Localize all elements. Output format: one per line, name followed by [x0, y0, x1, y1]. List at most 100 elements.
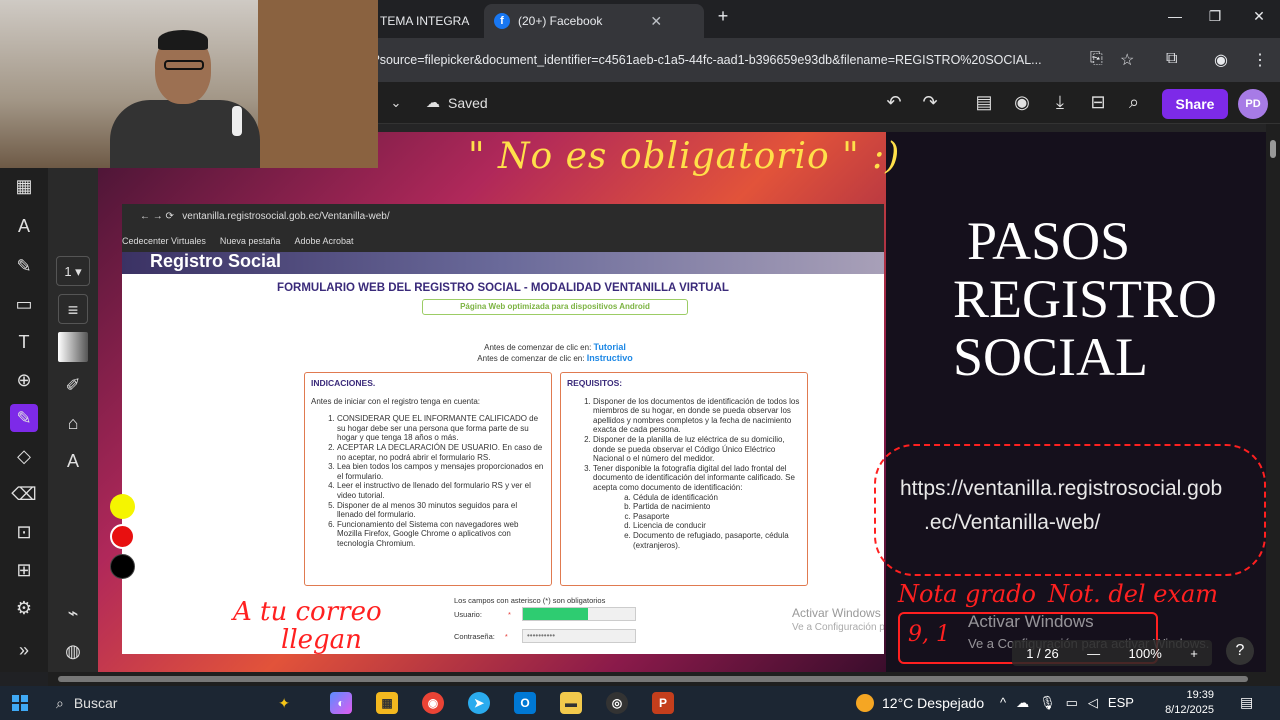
tab-tema-integra[interactable]: TEMA INTEGRA	[370, 4, 480, 38]
extensions-icon[interactable]: ⧉	[1166, 50, 1177, 68]
help-button[interactable]: ?	[1226, 637, 1254, 665]
toolbox-icon[interactable]: ⊟	[1086, 92, 1110, 113]
bookmark-star-icon[interactable]: ☆	[1120, 50, 1134, 70]
speaker-icon[interactable]: ◁	[1088, 695, 1098, 711]
menu-icon[interactable]: ⋮	[1252, 50, 1268, 70]
usuario-redaction	[523, 608, 588, 620]
network-icon[interactable]: ▭	[1066, 695, 1078, 711]
install-app-icon[interactable]: ⎘	[1090, 50, 1103, 68]
stamp-icon[interactable]: ⚙	[10, 594, 38, 622]
eraser-icon[interactable]: ⌫	[10, 480, 38, 508]
powerpoint-app-icon[interactable]: P	[652, 692, 674, 714]
steps-title-line: PASOS	[967, 211, 1131, 271]
draw-options-rail: 1 ▾ ≡ ✐ ⌂ A ⌁ ◍	[48, 168, 135, 672]
banner-text: Registro Social	[150, 252, 282, 271]
vertical-scroll-thumb[interactable]	[1270, 140, 1276, 158]
text-ai-icon[interactable]: A	[10, 212, 38, 240]
webcam-cabinet	[258, 0, 378, 168]
share-button[interactable]: Share	[1162, 89, 1228, 119]
tab-label: (20+) Facebook	[518, 14, 603, 28]
notifications-icon[interactable]: ▤	[1240, 694, 1253, 711]
new-tab-button[interactable]: +	[708, 6, 738, 27]
list-item: Lea bien todos los campos y mensajes pro…	[337, 462, 545, 481]
contrasena-label: Contraseña:	[454, 632, 495, 641]
taskbar-search[interactable]: ⌕ Buscar ✦	[48, 690, 298, 716]
handwritten-note-not-required: " No es obligatorio " :)	[468, 136, 901, 177]
preview-eye-icon[interactable]: ◉	[1010, 92, 1034, 113]
ruler-pen-icon[interactable]: ✐	[58, 370, 88, 400]
slide[interactable]: " No es obligatorio " :) ← → ⟳ ventanill…	[48, 132, 1266, 672]
red-swatch[interactable]	[110, 524, 135, 549]
indicaciones-title: INDICACIONES.	[311, 378, 376, 388]
tab-facebook[interactable]: f (20+) Facebook ✕	[484, 4, 704, 38]
undo-icon[interactable]: ↶	[882, 92, 906, 113]
telegram-app-icon[interactable]: ➤	[468, 692, 490, 714]
store-app-icon[interactable]: ▦	[376, 692, 398, 714]
redo-icon[interactable]: ↷	[918, 92, 942, 113]
search-label: Buscar	[73, 695, 118, 711]
text-style-icon[interactable]: A	[58, 446, 88, 476]
copilot-app-icon[interactable]: ◐	[330, 692, 352, 714]
close-tab-icon[interactable]: ✕	[650, 13, 662, 30]
page-indicator[interactable]: 1 / 26	[1026, 646, 1059, 661]
horizontal-scroll-thumb[interactable]	[58, 676, 1248, 682]
list-item: Pasaporte	[633, 512, 801, 522]
avatar[interactable]: PD	[1238, 89, 1268, 119]
close-window-button[interactable]: ✕	[1244, 8, 1274, 25]
image-edit-icon[interactable]: ▦	[10, 172, 38, 200]
start-button[interactable]	[12, 695, 28, 711]
horizontal-scrollbar[interactable]	[48, 672, 1280, 686]
webcam-overlay	[0, 0, 378, 168]
list-item-text: Tener disponible la fotografía digital d…	[593, 463, 795, 492]
instructivo-line: Antes de comenzar de clic en: Instructiv…	[422, 353, 688, 363]
clock[interactable]: 19:39 8/12/2025	[1164, 688, 1214, 718]
highlighter-icon[interactable]: ✎	[10, 252, 38, 280]
outlook-app-icon[interactable]: O	[514, 692, 536, 714]
chrome-app-icon[interactable]: ◉	[422, 692, 444, 714]
ai-image-icon[interactable]: ⊡	[10, 518, 38, 546]
indicaciones-list: CONSIDERAR QUE EL INFORMANTE CALIFICADO …	[311, 414, 545, 548]
handwritten-grade-value: 9, 1	[908, 622, 950, 647]
minimize-button[interactable]: —	[1160, 8, 1190, 24]
file-explorer-icon[interactable]: ▬	[560, 692, 582, 714]
maximize-button[interactable]: ❐	[1200, 8, 1230, 25]
requisitos-title: REQUISITOS:	[567, 378, 623, 388]
image-search-icon[interactable]: ⊞	[10, 556, 38, 584]
marker-icon[interactable]: ⌂	[58, 408, 88, 438]
vertical-scrollbar[interactable]	[1266, 124, 1280, 672]
weather-widget[interactable]: 12°C Despejado	[856, 694, 984, 712]
text-tool-icon[interactable]: T	[10, 328, 38, 356]
page-select[interactable]: 1 ▾	[56, 256, 90, 286]
menu-lines-icon[interactable]: ≡	[58, 294, 88, 324]
language-indicator[interactable]: ESP	[1108, 695, 1134, 711]
usuario-field	[522, 607, 636, 621]
download-icon[interactable]: ⤓	[1048, 92, 1072, 113]
list-item: Leer el instructivo de llenado del formu…	[337, 481, 545, 500]
document-icon[interactable]: ▤	[972, 92, 996, 113]
saved-label: Saved	[448, 94, 488, 111]
shapes-icon[interactable]: ◇	[10, 442, 38, 470]
tutorial-prefix: Antes de comenzar de clic en:	[484, 343, 592, 352]
comment-icon[interactable]: ▭	[10, 290, 38, 318]
show-hidden-icons-icon[interactable]: ^	[1000, 695, 1006, 711]
obs-app-icon[interactable]: ◎	[606, 692, 628, 714]
microphone-icon[interactable]: 🎙	[1039, 695, 1056, 711]
chevron-down-icon[interactable]: ⌄	[384, 95, 408, 111]
draw-pen-icon[interactable]: ✎	[10, 404, 38, 432]
black-swatch[interactable]	[110, 554, 135, 579]
onedrive-cloud-icon[interactable]: ☁	[1016, 695, 1029, 711]
url-field[interactable]: l?source=filepicker&document_identifier=…	[370, 46, 1080, 74]
zoom-level[interactable]: 100%	[1129, 646, 1162, 661]
eyedropper-icon[interactable]: ⌁	[58, 598, 88, 628]
search-icon[interactable]: ⌕	[1122, 92, 1146, 113]
form-title: FORMULARIO WEB DEL REGISTRO SOCIAL - MOD…	[277, 282, 729, 294]
palette-icon[interactable]: ◍	[58, 636, 88, 666]
zoom-select-icon[interactable]: ⊕	[10, 366, 38, 394]
zoom-in-icon[interactable]: +	[1190, 646, 1198, 661]
profile-icon[interactable]: ◉	[1214, 50, 1228, 70]
gradient-swatch[interactable]	[58, 332, 88, 362]
tutorial-link: Tutorial	[593, 342, 626, 352]
zoom-out-icon[interactable]: —	[1087, 646, 1100, 661]
yellow-swatch[interactable]	[110, 494, 135, 519]
expand-chevron-icon[interactable]: »	[10, 636, 38, 664]
